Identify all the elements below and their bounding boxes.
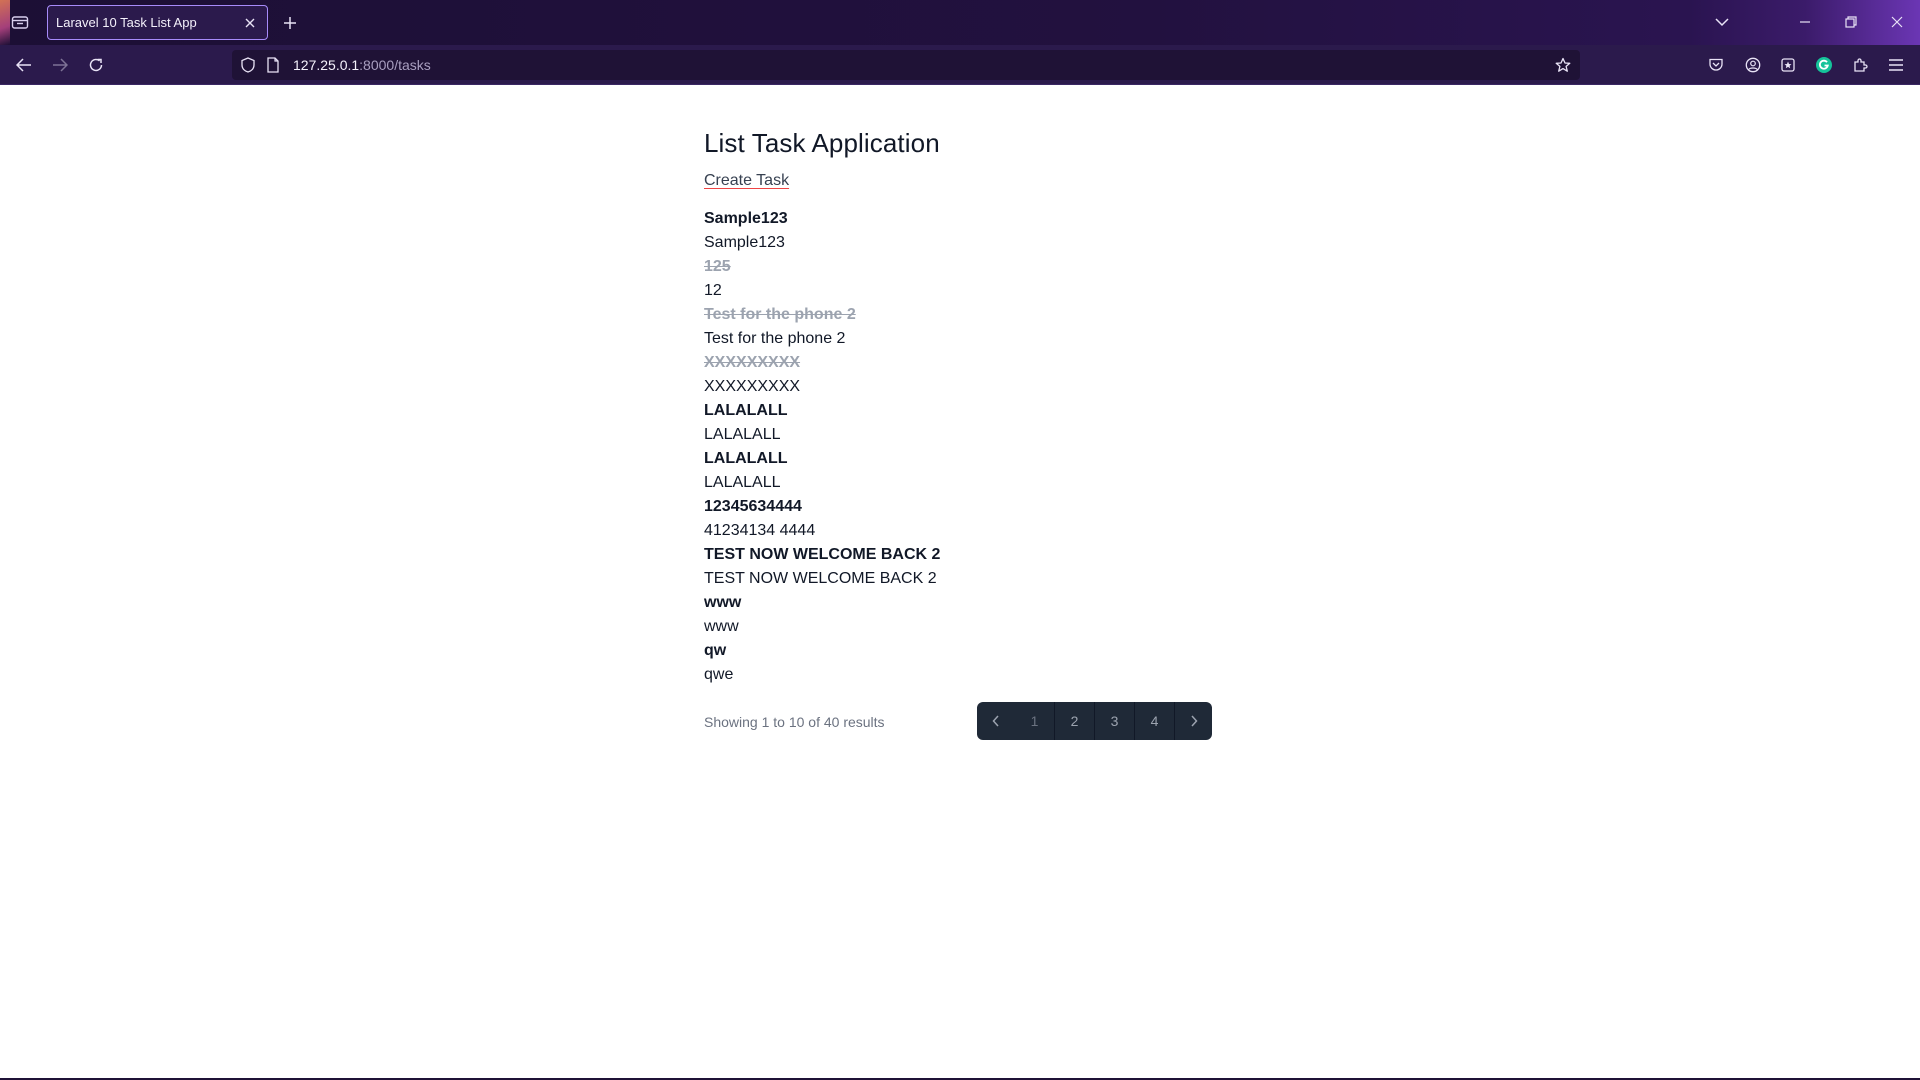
- task-description: XXXXXXXXX: [704, 378, 801, 395]
- task-description: TEST NOW WELCOME BACK 2: [704, 570, 937, 587]
- restore-icon[interactable]: [1838, 10, 1864, 34]
- previous-page-button[interactable]: [977, 702, 1015, 740]
- task-description: Sample123: [704, 234, 785, 251]
- task-list: Sample123 Sample123 125 12 Test for the phon…: [704, 207, 1216, 687]
- menu-hamburger-icon[interactable]: [1885, 54, 1907, 76]
- task-description: 41234134 4444: [704, 522, 816, 539]
- task-description: Test for the phone 2: [704, 330, 846, 347]
- extensions-puzzle-icon[interactable]: [1849, 54, 1871, 76]
- task-title-link[interactable]: Sample123: [704, 207, 1216, 231]
- page-4-button[interactable]: 4: [1134, 702, 1174, 740]
- url-path: :8000/tasks: [359, 57, 431, 73]
- task-description: qwe: [704, 666, 734, 683]
- task-title-link[interactable]: www: [704, 591, 1216, 615]
- create-task-link[interactable]: Create Task: [704, 172, 789, 190]
- page-3-button[interactable]: 3: [1094, 702, 1134, 740]
- chevron-left-icon: [992, 715, 999, 727]
- extension-star-icon[interactable]: [1777, 54, 1799, 76]
- task-description: www: [704, 618, 739, 635]
- pagination-row: Showing 1 to 10 of 40 results 1234: [704, 702, 1216, 742]
- back-arrow-icon[interactable]: [11, 53, 37, 77]
- page-2-button[interactable]: 2: [1054, 702, 1094, 740]
- chevron-right-icon: [1190, 715, 1198, 727]
- task-title-link[interactable]: qw: [704, 639, 1216, 663]
- tab-overflow-chevron-icon[interactable]: [1709, 10, 1735, 34]
- main-content: List Task Application Create Task Sample…: [704, 120, 1216, 742]
- pagination: 1234: [977, 702, 1212, 740]
- window-close-icon[interactable]: [1884, 10, 1910, 34]
- browser-tab-bar: Laravel 10 Task List App: [0, 0, 1920, 45]
- task-title-link[interactable]: LALALALL: [704, 399, 1216, 423]
- task-description: LALALALL: [704, 426, 781, 443]
- page-1-button: 1: [1030, 713, 1039, 729]
- minimize-icon[interactable]: [1792, 10, 1818, 34]
- results-summary: Showing 1 to 10 of 40 results: [704, 714, 885, 730]
- page-title: List Task Application: [704, 128, 940, 158]
- page-icon[interactable]: [262, 54, 284, 76]
- task-title-link[interactable]: LALALALL: [704, 447, 1216, 471]
- url-text[interactable]: 127.25.0.1:8000/tasks: [293, 57, 431, 73]
- tab-list-icon[interactable]: [8, 11, 32, 33]
- task-title-link[interactable]: XXXXXXXXX: [704, 351, 1216, 375]
- pocket-icon[interactable]: [1705, 54, 1727, 76]
- close-icon[interactable]: [241, 14, 259, 32]
- task-title-link[interactable]: 12345634444: [704, 495, 1216, 519]
- bookmark-star-icon[interactable]: [1552, 54, 1574, 76]
- new-tab-icon[interactable]: [279, 12, 301, 34]
- browser-tab-active[interactable]: Laravel 10 Task List App: [47, 5, 268, 40]
- shield-icon[interactable]: [237, 54, 259, 76]
- task-description: LALALALL: [704, 474, 781, 491]
- tab-title: Laravel 10 Task List App: [56, 15, 197, 30]
- forward-arrow-icon[interactable]: [47, 53, 73, 77]
- task-description: 12: [704, 282, 722, 299]
- reload-icon[interactable]: [83, 53, 109, 77]
- url-host: 127.25.0.1: [293, 57, 360, 73]
- task-title-link[interactable]: Test for the phone 2: [704, 303, 1216, 327]
- task-title-link[interactable]: TEST NOW WELCOME BACK 2: [704, 543, 1216, 567]
- grammarly-icon[interactable]: [1813, 54, 1835, 76]
- next-page-button[interactable]: [1174, 702, 1212, 740]
- account-icon[interactable]: [1742, 54, 1764, 76]
- browser-nav-bar: 127.25.0.1:8000/tasks: [0, 45, 1920, 85]
- task-title-link[interactable]: 125: [704, 255, 1216, 279]
- address-bar[interactable]: 127.25.0.1:8000/tasks: [232, 50, 1580, 80]
